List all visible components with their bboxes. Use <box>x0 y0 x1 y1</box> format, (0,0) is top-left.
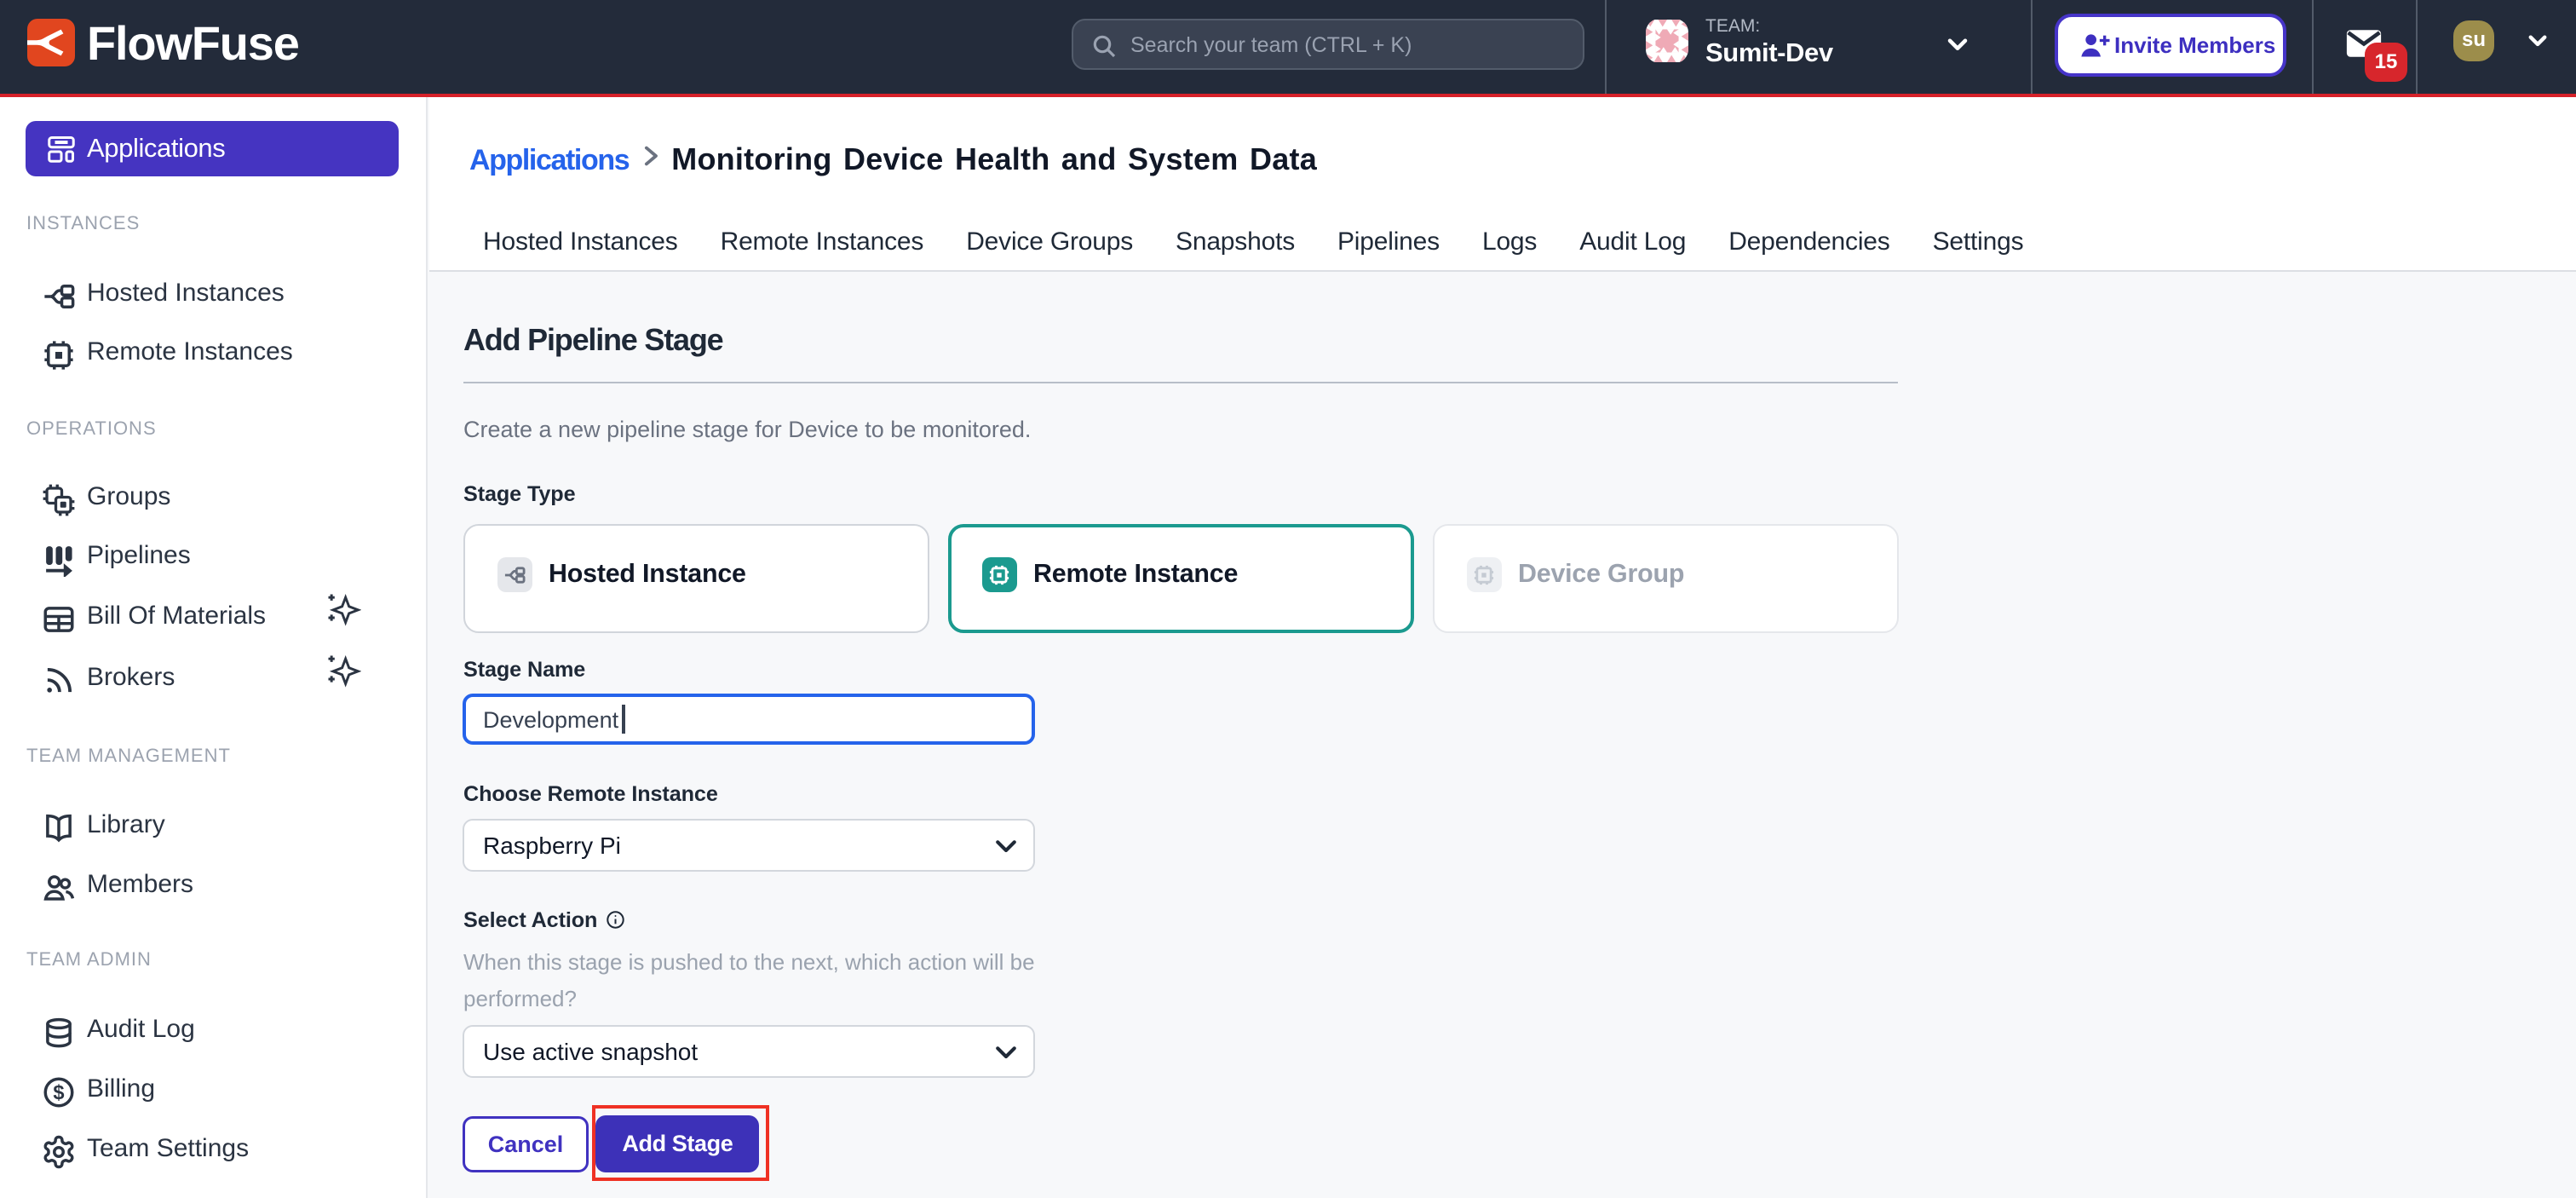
svg-text:$: $ <box>53 1082 64 1104</box>
